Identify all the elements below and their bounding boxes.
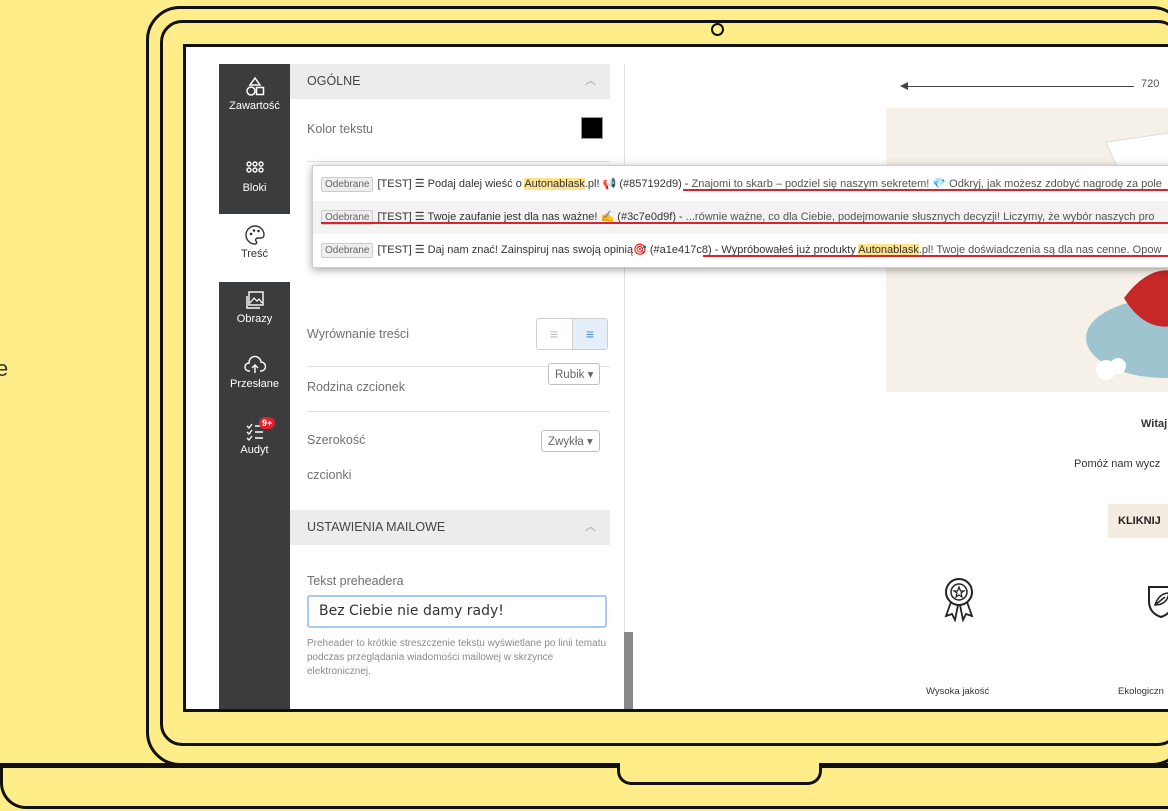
- section-mail-header[interactable]: USTAWIENIA MAILOWE ︿: [290, 510, 610, 545]
- toolbar-item-obrazy[interactable]: Obrazy: [219, 289, 290, 339]
- toolbar-item-zawartosc[interactable]: Zawartość: [219, 76, 290, 138]
- editor-toolbar: Zawartość Bloki Treść Obrazy Przesłane 9…: [219, 64, 290, 709]
- upload-cloud-icon: [243, 355, 266, 373]
- received-tag: Odebrane: [321, 176, 374, 192]
- section-mail-title: USTAWIENIA MAILOWE: [307, 520, 446, 534]
- red-underline: [703, 255, 1168, 257]
- toolbar-label-tresc: Treść: [240, 248, 269, 260]
- toolbar-label-obrazy: Obrazy: [236, 313, 273, 325]
- preheader-label: Tekst preheadera: [307, 574, 404, 588]
- toolbar-item-bloki[interactable]: Bloki: [219, 158, 290, 206]
- email-preview: 720 Witaj Pomóż nam wycz KLIKNIJ Wysoka …: [886, 64, 1168, 709]
- feature-eco-label: Ekologiczn: [1118, 686, 1164, 697]
- red-underline: [683, 189, 1168, 191]
- toolbar-label-zawartosc: Zawartość: [229, 100, 280, 112]
- audit-badge: 9+: [259, 417, 276, 429]
- notification-row[interactable]: Odebrane [TEST] ☰ Daj nam znać! Zainspiru…: [313, 234, 1168, 267]
- quality-medal-icon: [944, 578, 974, 622]
- align-left-button[interactable]: ≡: [537, 319, 571, 349]
- section-general-title: OGÓLNE: [307, 74, 361, 88]
- laptop-trackpad-notch: [617, 763, 822, 785]
- palette-icon: [244, 225, 265, 245]
- preview-greeting: Witaj: [1141, 418, 1168, 430]
- chevron-up-icon: ︿: [585, 521, 596, 533]
- shapes-icon: [245, 76, 264, 96]
- chevron-up-icon: ︿: [585, 75, 596, 87]
- section-general-header[interactable]: OGÓLNE ︿: [290, 64, 610, 99]
- font-width-dropdown[interactable]: Zwykła ▾: [541, 430, 600, 452]
- width-arrow-line: [904, 86, 1134, 87]
- toolbar-item-audyt[interactable]: 9+ Audyt: [219, 417, 290, 468]
- preview-subtitle: Pomóż nam wycz: [1074, 458, 1161, 470]
- laptop-screen: Zawartość Bloki Treść Obrazy Przesłane 9…: [183, 44, 1168, 712]
- divider: [307, 161, 610, 162]
- notification-subject: [TEST] ☰ Podaj dalej wieść o: [377, 178, 525, 190]
- preview-width-label: 720: [1141, 78, 1160, 90]
- toolbar-label-bloki: Bloki: [242, 182, 267, 194]
- laptop-base-edge: [0, 763, 1168, 766]
- toolbar-item-przeslane[interactable]: Przesłane: [219, 354, 290, 404]
- brand-highlight: Autonablask: [524, 178, 585, 190]
- alignment-group: ≡ ≡: [536, 318, 608, 350]
- toolbar-label-przeslane: Przesłane: [230, 378, 279, 390]
- preheader-help-text: Preheader to krótkie streszczenie tekstu…: [307, 638, 607, 677]
- font-family-dropdown[interactable]: Rubik ▾: [548, 363, 601, 385]
- notification-row[interactable]: Odebrane [TEST] ☰ Podaj dalej wieść o Aut…: [313, 168, 1168, 201]
- font-width-value: Zwykła: [548, 436, 584, 448]
- received-tag: Odebrane: [321, 242, 374, 258]
- toolbar-label-audyt: Audyt: [240, 444, 269, 456]
- notification-row[interactable]: Odebrane [TEST] ☰ Twoje zaufanie jest dla…: [313, 201, 1168, 234]
- red-underline: [321, 222, 1168, 224]
- preheader-input[interactable]: Bez Ciebie nie damy rady!: [307, 595, 607, 628]
- text-color-label: Kolor tekstu: [307, 122, 374, 136]
- settings-panel: OGÓLNE ︿ Kolor tekstu Wyrównanie treści …: [290, 64, 625, 709]
- edge-letter: e: [0, 356, 9, 381]
- toolbar-item-tresc[interactable]: Treść: [219, 214, 290, 282]
- divider: [307, 411, 610, 412]
- blocks-grid-icon: [245, 161, 264, 173]
- images-icon: [245, 291, 264, 309]
- eco-leaf-icon: [1148, 586, 1168, 619]
- laptop-base: [0, 765, 1168, 809]
- feature-quality-label: Wysoka jakość: [926, 686, 990, 697]
- font-width-label-2: czcionki: [307, 468, 352, 482]
- panel-scrollbar[interactable]: [624, 632, 633, 709]
- align-center-button[interactable]: ≡: [572, 319, 607, 349]
- preview-cta-button[interactable]: KLIKNIJ: [1108, 504, 1168, 538]
- notification-subject-end: .pl! 📢 (#857192d9) -: [584, 178, 692, 190]
- arrow-left-icon: [900, 82, 908, 90]
- test-email-popup: Odebrane [TEST] ☰ Podaj dalej wieść o Aut…: [312, 165, 1168, 268]
- font-family-value: Rubik: [555, 369, 585, 381]
- text-color-swatch[interactable]: [581, 117, 603, 139]
- webcam-icon: [711, 23, 724, 36]
